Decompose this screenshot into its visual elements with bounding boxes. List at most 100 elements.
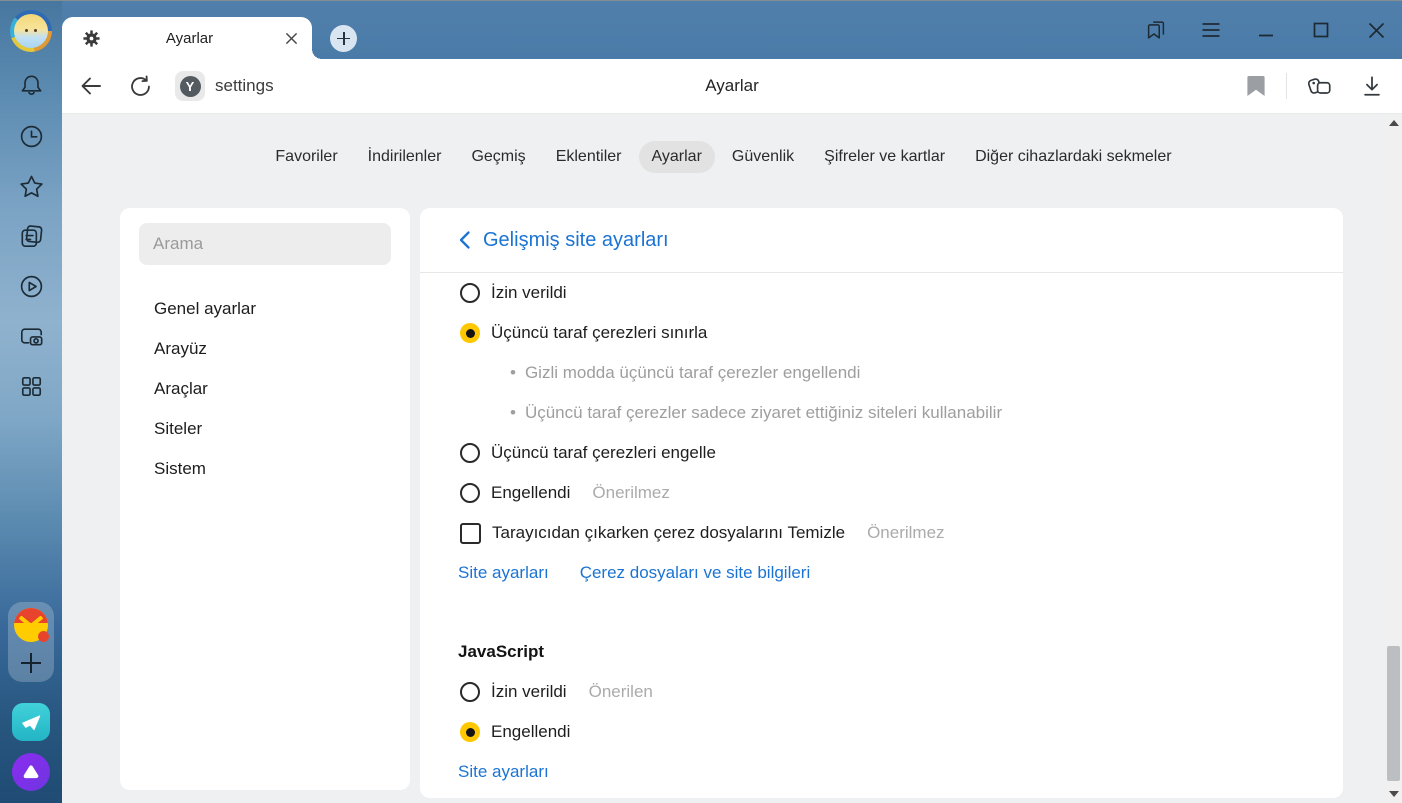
favorites-button[interactable] [16, 171, 47, 202]
menu-icon [1201, 22, 1221, 38]
panel-bookmark-icon [1144, 18, 1168, 42]
panel-toggle-button[interactable] [1144, 18, 1168, 42]
radio-label: Engellendi [491, 722, 570, 742]
avatar-face [14, 14, 48, 48]
scroll-down-button[interactable] [1385, 791, 1402, 797]
maximize-button[interactable] [1309, 18, 1333, 42]
sidebar-item-interface[interactable]: Arayüz [120, 329, 410, 369]
nav-tab-other-devices[interactable]: Diğer cihazlardaki sekmeler [962, 141, 1185, 173]
sidebar-item-tools[interactable]: Araçlar [120, 369, 410, 409]
alice-assistant-button[interactable] [12, 753, 50, 791]
screenshot-button[interactable] [16, 321, 47, 352]
close-icon [1368, 22, 1385, 39]
add-pinned-app-button[interactable] [20, 652, 42, 674]
nav-tab-downloads[interactable]: İndirilenler [355, 141, 455, 173]
app-sidebar [0, 1, 62, 803]
apps-grid-icon [16, 371, 47, 402]
apps-button[interactable] [16, 371, 47, 402]
nav-tab-settings[interactable]: Ayarlar [639, 141, 715, 173]
back-arrow-icon [78, 73, 104, 99]
messenger-app-button[interactable] [12, 703, 50, 741]
url-text[interactable]: settings [215, 76, 274, 96]
gear-icon [82, 29, 101, 48]
star-icon [16, 171, 47, 202]
sidebar-item-system[interactable]: Sistem [120, 449, 410, 489]
history-button[interactable] [16, 121, 47, 152]
scroll-thumb[interactable] [1387, 646, 1400, 781]
js-radio-option-allowed[interactable]: İzin verildi Önerilen [420, 672, 1343, 712]
js-radio-option-blocked[interactable]: Engellendi [420, 712, 1343, 752]
radio-option-limit-third-party[interactable]: Üçüncü taraf çerezleri sınırla [420, 313, 1343, 353]
sidebar-item-general[interactable]: Genel ayarlar [120, 289, 410, 329]
radio-icon[interactable] [460, 283, 480, 303]
js-site-settings-link[interactable]: Site ayarları [458, 762, 549, 782]
settings-nav: Favoriler İndirilenler Geçmiş Eklentiler… [62, 141, 1385, 173]
title-bar: Ayarlar [62, 1, 1402, 59]
tab-title: Ayarlar [101, 30, 278, 47]
new-tab-button[interactable] [330, 25, 357, 52]
radio-icon[interactable] [460, 682, 480, 702]
notifications-button[interactable] [16, 71, 47, 102]
play-icon [16, 271, 47, 302]
page-scrollbar[interactable] [1385, 114, 1402, 803]
radio-option-block-third-party[interactable]: Üçüncü taraf çerezleri engelle [420, 433, 1343, 473]
radio-selected-icon[interactable] [460, 722, 480, 742]
tabs-collections-button[interactable] [16, 221, 47, 252]
back-button[interactable] [78, 73, 104, 99]
nav-tab-extensions[interactable]: Eklentiler [543, 141, 635, 173]
toolbar-right-actions [1244, 72, 1402, 100]
nav-tab-security[interactable]: Güvenlik [719, 141, 807, 173]
minimize-button[interactable] [1254, 18, 1278, 42]
bookmark-button[interactable] [1244, 74, 1268, 98]
address-bar: Y settings Ayarlar [62, 59, 1402, 114]
nav-tab-passwords[interactable]: Şifreler ve kartlar [811, 141, 958, 173]
radio-icon[interactable] [460, 483, 480, 503]
limit-note-2: Üçüncü taraf çerezler sadece ziyaret ett… [420, 393, 1343, 433]
clear-cookies-checkbox-row[interactable]: Tarayıcıdan çıkarken çerez dosyalarını T… [420, 513, 1343, 553]
not-recommended-badge: Önerilmez [867, 523, 944, 543]
advanced-settings-back-link[interactable]: Gelişmiş site ayarları [420, 208, 1343, 273]
radio-icon[interactable] [460, 443, 480, 463]
pinned-apps-group [8, 602, 54, 682]
radio-option-blocked[interactable]: Engellendi Önerilmez [420, 473, 1343, 513]
settings-tab[interactable]: Ayarlar [62, 17, 312, 59]
yandex-y-icon: Y [180, 76, 201, 97]
settings-sidebar-panel: Genel ayarlar Arayüz Araçlar Siteler Sis… [120, 208, 410, 790]
maximize-icon [1313, 22, 1329, 38]
scroll-up-button[interactable] [1385, 120, 1402, 126]
checkbox-icon[interactable] [460, 523, 481, 544]
recommended-badge: Önerilen [589, 682, 653, 702]
minimize-icon [1258, 22, 1274, 38]
screenshot-camera-icon [16, 321, 47, 352]
reload-button[interactable] [128, 74, 153, 99]
not-recommended-badge: Önerilmez [592, 483, 669, 503]
video-button[interactable] [16, 271, 47, 302]
menu-button[interactable] [1199, 18, 1223, 42]
user-avatar[interactable] [10, 10, 52, 52]
limit-note-1: Gizli modda üçüncü taraf çerezler engell… [420, 353, 1343, 393]
site-settings-link[interactable]: Site ayarları [458, 563, 549, 583]
radio-label: Üçüncü taraf çerezleri sınırla [491, 323, 707, 343]
downloads-button[interactable] [1359, 74, 1384, 99]
triangle-down-icon [1389, 791, 1399, 797]
cookies-data-link[interactable]: Çerez dosyaları ve site bilgileri [580, 563, 811, 583]
radio-label: Üçüncü taraf çerezleri engelle [491, 443, 716, 463]
js-links-row: Site ayarları [420, 752, 1343, 792]
radio-option-allowed[interactable]: İzin verildi [420, 273, 1343, 313]
mail-app-button[interactable] [14, 608, 48, 642]
download-icon [1360, 74, 1384, 98]
close-icon [285, 32, 298, 45]
settings-sections-list: Genel ayarlar Arayüz Araçlar Siteler Sis… [120, 289, 410, 489]
nav-tab-favorites[interactable]: Favoriler [262, 141, 350, 173]
radio-selected-icon[interactable] [460, 323, 480, 343]
tab-close-button[interactable] [278, 25, 304, 51]
messenger-icon [19, 710, 43, 734]
nav-tab-history[interactable]: Geçmiş [458, 141, 538, 173]
copies-icon [16, 221, 47, 252]
sidebar-item-sites[interactable]: Siteler [120, 409, 410, 449]
settings-search-input[interactable] [139, 223, 391, 265]
close-window-button[interactable] [1364, 18, 1388, 42]
collections-button[interactable] [1305, 72, 1333, 100]
site-badge[interactable]: Y [175, 71, 205, 101]
radio-label: İzin verildi [491, 283, 567, 303]
